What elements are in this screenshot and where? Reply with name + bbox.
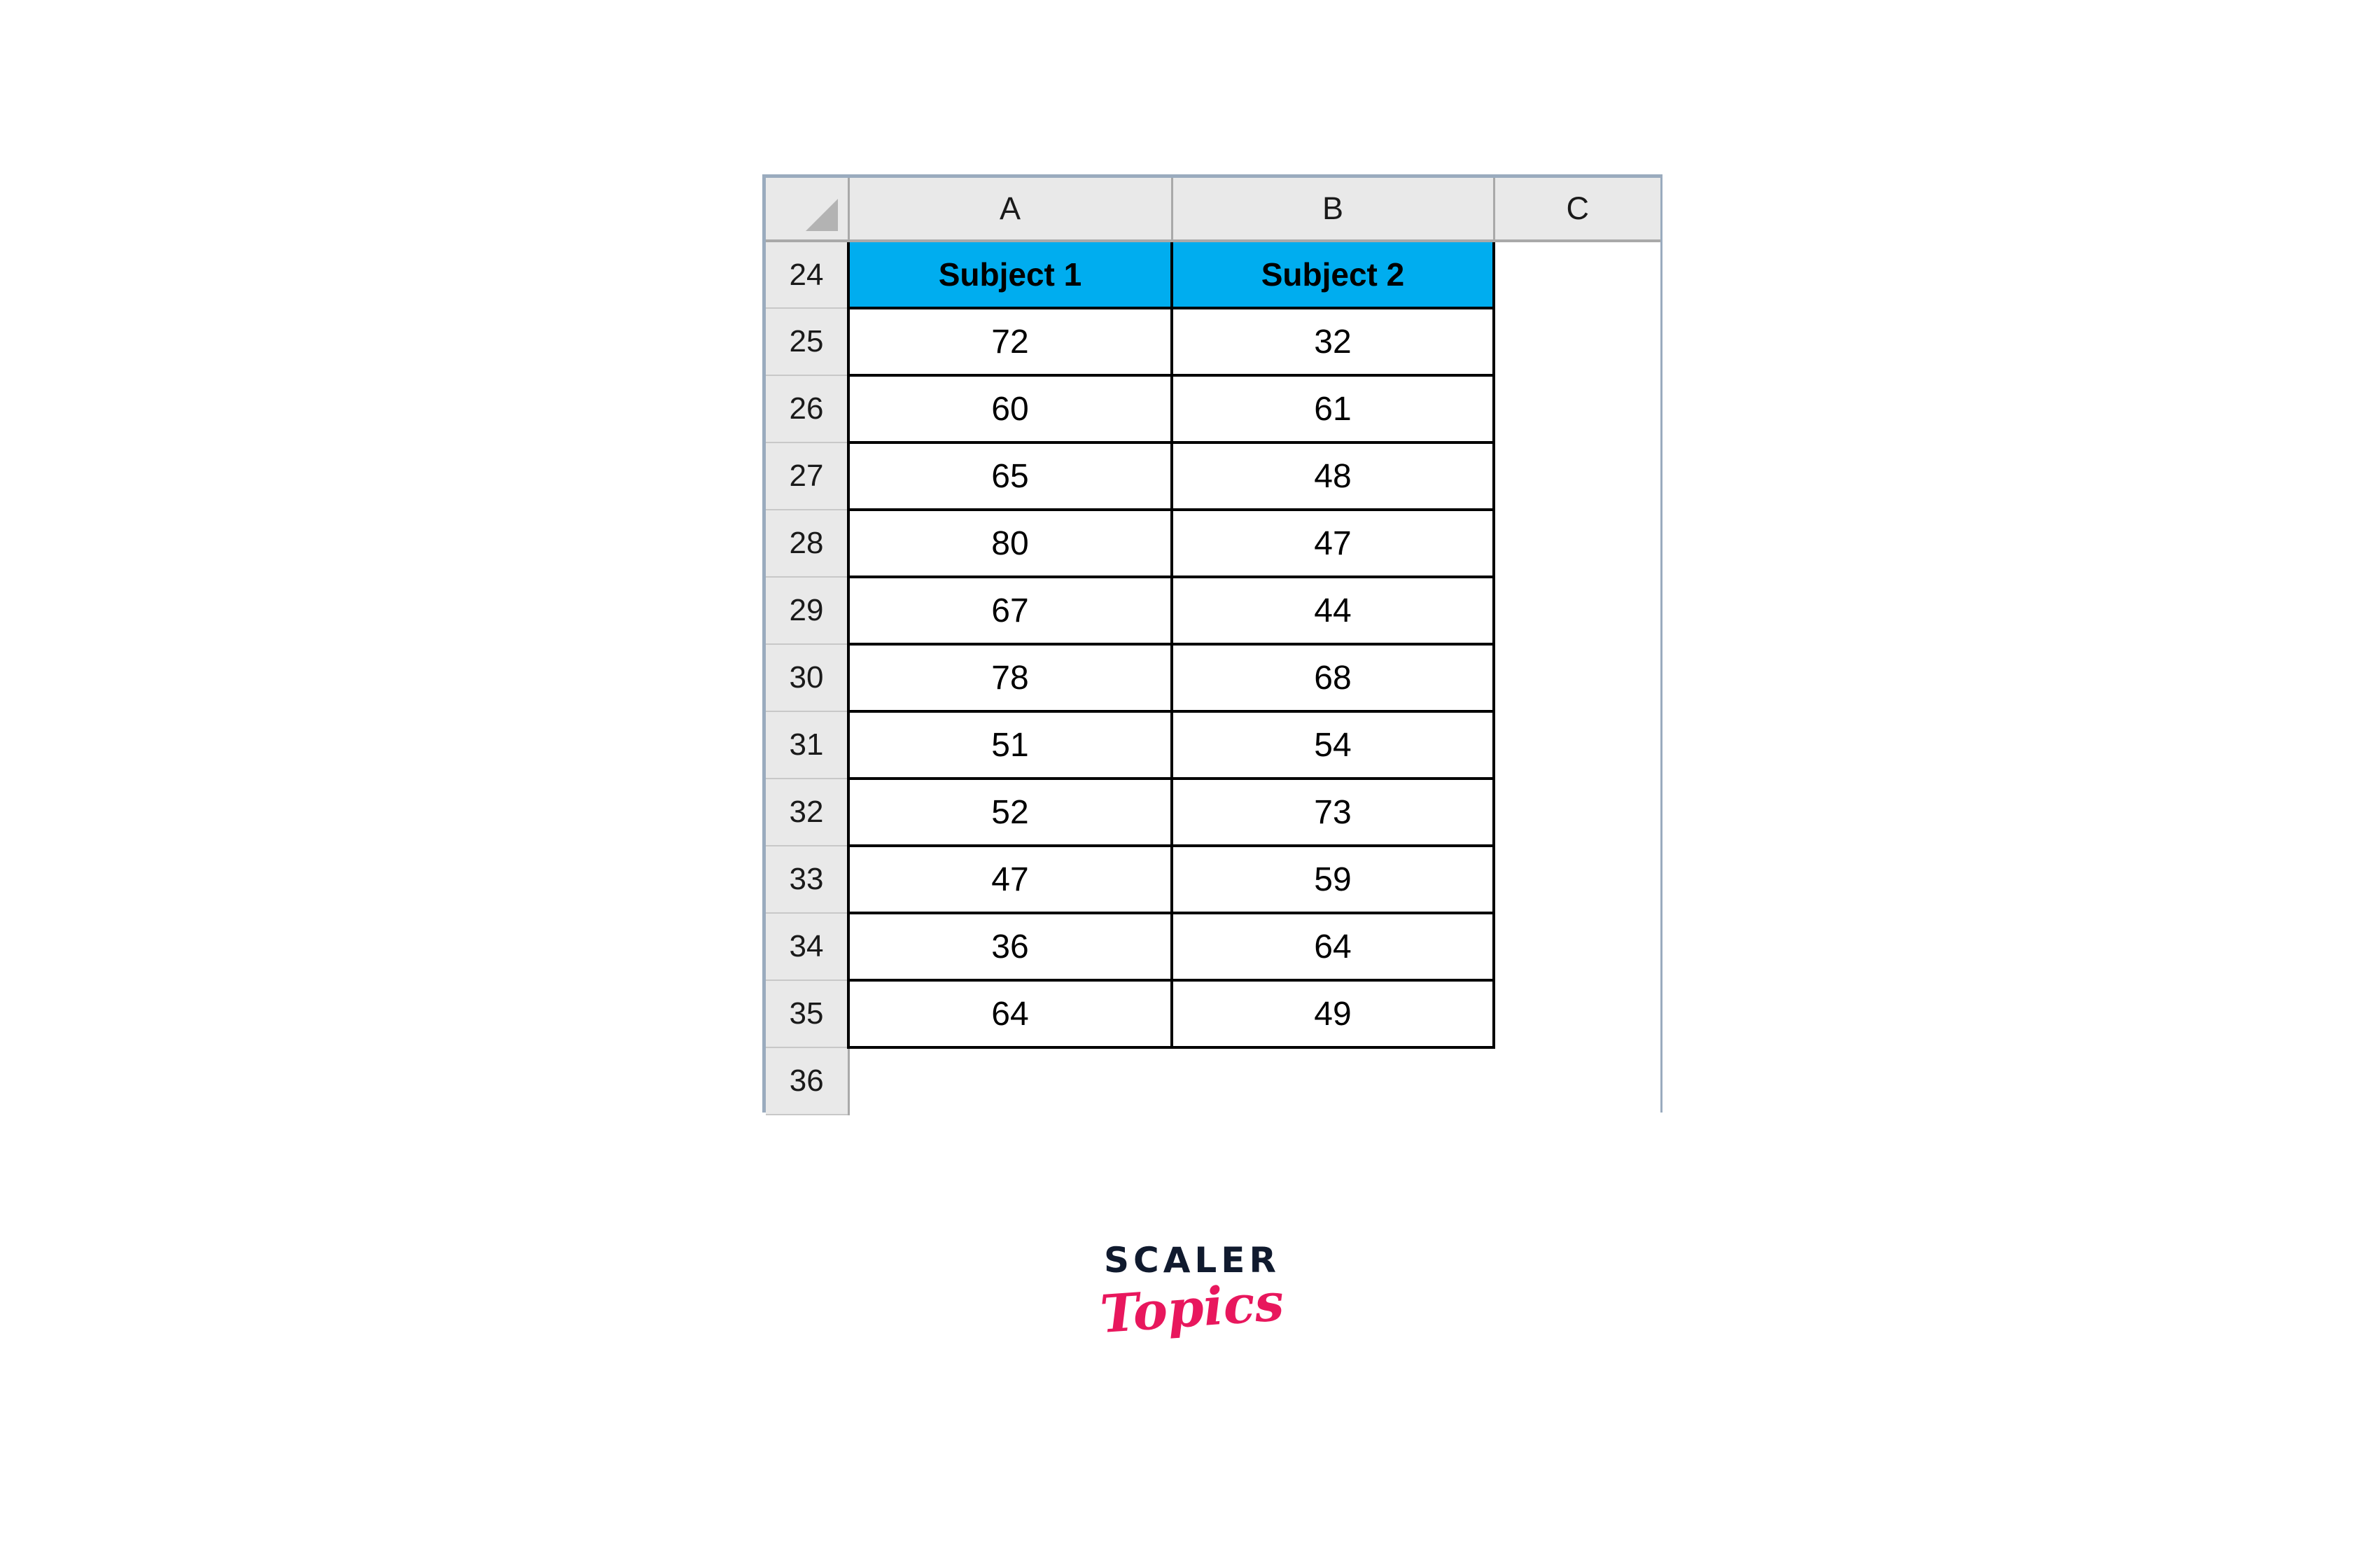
table-row: 32 52 73 [766, 777, 1660, 847]
cell-b35[interactable]: 49 [1170, 979, 1495, 1049]
cell-b30[interactable]: 68 [1170, 643, 1495, 713]
cell-c31[interactable] [1494, 711, 1660, 779]
select-all-triangle-icon [805, 199, 838, 231]
cell-b33[interactable]: 59 [1170, 844, 1495, 914]
row-header-24[interactable]: 24 [766, 241, 850, 309]
spreadsheet-panel: A B C 24 Subject 1 Subject 2 25 72 32 26… [762, 174, 1662, 1115]
cell-c25[interactable] [1494, 308, 1660, 375]
table-row: 27 65 48 [766, 441, 1660, 511]
row-header-27[interactable]: 27 [766, 442, 850, 510]
table-row: 26 60 61 [766, 374, 1660, 444]
cell-c36[interactable] [1494, 1047, 1660, 1115]
table-row: 34 36 64 [766, 912, 1660, 982]
row-header-25[interactable]: 25 [766, 308, 850, 376]
cell-a28[interactable]: 80 [847, 508, 1173, 578]
row-header-34[interactable]: 34 [766, 913, 850, 981]
column-header-row: A B C [766, 178, 1660, 242]
table-row: 33 47 59 [766, 844, 1660, 914]
column-header-c[interactable]: C [1494, 178, 1660, 242]
table-row: 28 80 47 [766, 508, 1660, 578]
cell-c30[interactable] [1494, 644, 1660, 711]
row-header-29[interactable]: 29 [766, 577, 850, 645]
row-header-33[interactable]: 33 [766, 846, 850, 914]
cell-a25[interactable]: 72 [847, 307, 1173, 377]
cell-a31[interactable]: 51 [847, 710, 1173, 780]
row-header-35[interactable]: 35 [766, 980, 850, 1048]
table-row: 25 72 32 [766, 307, 1660, 377]
cell-a27[interactable]: 65 [847, 441, 1173, 511]
cell-c26[interactable] [1494, 375, 1660, 442]
row-header-31[interactable]: 31 [766, 711, 850, 779]
cell-b25[interactable]: 32 [1170, 307, 1495, 377]
cell-b29[interactable]: 44 [1170, 576, 1495, 646]
cell-c28[interactable] [1494, 510, 1660, 577]
cell-c32[interactable] [1494, 779, 1660, 846]
column-header-b[interactable]: B [1172, 178, 1495, 242]
row-header-32[interactable]: 32 [766, 779, 850, 846]
cell-b27[interactable]: 48 [1170, 441, 1495, 511]
table-row: 36 [766, 1047, 1660, 1115]
logo-topics-text: Topics [1098, 1271, 1286, 1346]
row-header-26[interactable]: 26 [766, 375, 850, 443]
column-header-a[interactable]: A [848, 178, 1173, 242]
cell-b32[interactable]: 73 [1170, 777, 1495, 847]
table-row: 29 67 44 [766, 576, 1660, 646]
cell-a34[interactable]: 36 [847, 912, 1173, 982]
cell-c34[interactable] [1494, 913, 1660, 980]
cell-b24[interactable]: Subject 2 [1170, 239, 1495, 309]
row-header-36[interactable]: 36 [766, 1047, 850, 1115]
cell-c33[interactable] [1494, 846, 1660, 913]
scaler-topics-logo: SCALER Topics [1073, 1243, 1311, 1345]
table-row: 31 51 54 [766, 710, 1660, 780]
cell-b26[interactable]: 61 [1170, 374, 1495, 444]
cell-a24[interactable]: Subject 1 [847, 239, 1173, 309]
cell-a30[interactable]: 78 [847, 643, 1173, 713]
table-row: 35 64 49 [766, 979, 1660, 1049]
row-header-28[interactable]: 28 [766, 510, 850, 578]
cell-a29[interactable]: 67 [847, 576, 1173, 646]
cell-c29[interactable] [1494, 577, 1660, 644]
cell-a32[interactable]: 52 [847, 777, 1173, 847]
row-header-30[interactable]: 30 [766, 644, 850, 712]
cell-c35[interactable] [1494, 980, 1660, 1047]
cell-a35[interactable]: 64 [847, 979, 1173, 1049]
cell-b28[interactable]: 47 [1170, 508, 1495, 578]
cell-c27[interactable] [1494, 442, 1660, 510]
cell-b36[interactable] [1172, 1047, 1494, 1115]
cell-b31[interactable]: 54 [1170, 710, 1495, 780]
cell-b34[interactable]: 64 [1170, 912, 1495, 982]
cell-a36[interactable] [848, 1047, 1172, 1115]
table-row: 24 Subject 1 Subject 2 [766, 239, 1660, 309]
select-all-corner-button[interactable] [766, 178, 850, 242]
table-row: 30 78 68 [766, 643, 1660, 713]
cell-a26[interactable]: 60 [847, 374, 1173, 444]
cell-c24[interactable] [1494, 241, 1660, 308]
cell-a33[interactable]: 47 [847, 844, 1173, 914]
spreadsheet-grid: A B C 24 Subject 1 Subject 2 25 72 32 26… [766, 178, 1660, 1115]
